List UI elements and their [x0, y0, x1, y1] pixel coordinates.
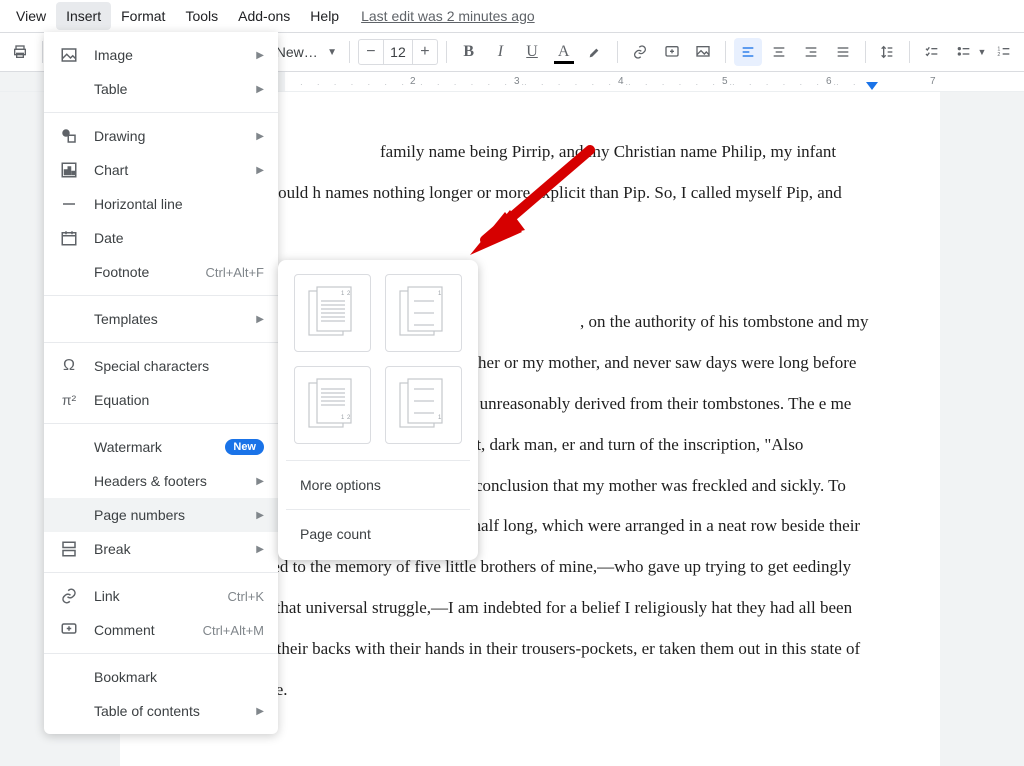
menu-item-special-characters[interactable]: Ω Special characters	[44, 349, 278, 383]
menu-item-drawing[interactable]: Drawing ▶	[44, 119, 278, 153]
drawing-icon	[58, 127, 80, 145]
submenu-arrow-icon: ▶	[256, 165, 264, 176]
image-icon	[58, 46, 80, 64]
submenu-arrow-icon: ▶	[256, 544, 264, 555]
menu-item-table[interactable]: Table ▶	[44, 72, 278, 106]
toolbar-divider	[865, 41, 866, 63]
menu-tools[interactable]: Tools	[175, 2, 228, 30]
pi-icon: π²	[58, 392, 80, 408]
menu-separator	[44, 423, 278, 424]
menu-separator	[44, 653, 278, 654]
menu-help[interactable]: Help	[300, 2, 349, 30]
dropdown-arrow-icon: ▼	[327, 47, 337, 58]
toolbar-divider	[909, 41, 910, 63]
chart-icon	[58, 161, 80, 179]
new-badge: New	[225, 439, 264, 455]
font-size-decrease[interactable]: −	[359, 43, 383, 61]
menu-item-equation[interactable]: π² Equation	[44, 383, 278, 417]
font-size-value[interactable]: 12	[383, 40, 413, 64]
font-family-select[interactable]: New… ▼	[272, 44, 341, 60]
submenu-separator	[286, 509, 470, 510]
align-right-button[interactable]	[797, 38, 825, 66]
menu-item-watermark[interactable]: Watermark New	[44, 430, 278, 464]
align-justify-button[interactable]	[829, 38, 857, 66]
submenu-arrow-icon: ▶	[256, 50, 264, 61]
submenu-separator	[286, 460, 470, 461]
bullet-list-button[interactable]	[950, 38, 978, 66]
italic-button[interactable]: I	[487, 38, 515, 66]
pagenum-option-footer-skip-first[interactable]: 1	[385, 366, 462, 444]
underline-button[interactable]: U	[518, 38, 546, 66]
menu-addons[interactable]: Add-ons	[228, 2, 300, 30]
print-button[interactable]	[6, 38, 34, 66]
align-left-button[interactable]	[734, 38, 762, 66]
toolbar-divider	[446, 41, 447, 63]
menu-separator	[44, 112, 278, 113]
menu-separator	[44, 295, 278, 296]
menu-insert[interactable]: Insert	[56, 2, 111, 30]
dropdown-arrow-icon[interactable]: ▼	[977, 47, 986, 57]
menu-item-toc[interactable]: Table of contents ▶	[44, 694, 278, 728]
menu-item-image[interactable]: Image ▶	[44, 38, 278, 72]
menu-view[interactable]: View	[6, 2, 56, 30]
highlight-button[interactable]	[582, 38, 610, 66]
submenu-arrow-icon: ▶	[256, 131, 264, 142]
insert-comment-button[interactable]	[658, 38, 686, 66]
comment-icon	[58, 621, 80, 639]
insert-image-button[interactable]	[689, 38, 717, 66]
numbered-list-button[interactable]: 12	[990, 38, 1018, 66]
toolbar-divider	[349, 41, 350, 63]
submenu-arrow-icon: ▶	[256, 510, 264, 521]
submenu-arrow-icon: ▶	[256, 706, 264, 717]
calendar-icon	[58, 229, 80, 247]
submenu-arrow-icon: ▶	[256, 314, 264, 325]
menu-item-break[interactable]: Break ▶	[44, 532, 278, 566]
menu-bar: View Insert Format Tools Add-ons Help La…	[0, 0, 1024, 32]
page-numbers-submenu: 12 1 12 1 More option	[278, 260, 478, 560]
submenu-arrow-icon: ▶	[256, 476, 264, 487]
font-size-increase[interactable]: +	[413, 43, 437, 61]
font-family-label: New…	[276, 44, 318, 60]
menu-item-bookmark[interactable]: Bookmark	[44, 660, 278, 694]
insert-menu-dropdown: Image ▶ Table ▶ Drawing ▶ Chart ▶ Horizo…	[44, 32, 278, 734]
menu-item-footnote[interactable]: Footnote Ctrl+Alt+F	[44, 255, 278, 289]
ruler-right-margin-marker[interactable]	[866, 82, 878, 90]
pagenum-option-footer-all[interactable]: 12	[294, 366, 371, 444]
pagenum-option-header-all[interactable]: 12	[294, 274, 371, 352]
menu-separator	[44, 342, 278, 343]
bold-button[interactable]: B	[455, 38, 483, 66]
paragraph[interactable]: family name being Pirrip, and my Christi…	[220, 132, 870, 254]
menu-format[interactable]: Format	[111, 2, 175, 30]
font-size-stepper[interactable]: − 12 +	[358, 39, 438, 65]
omega-icon: Ω	[58, 357, 80, 375]
toolbar-divider	[617, 41, 618, 63]
menu-item-page-numbers[interactable]: Page numbers ▶	[44, 498, 278, 532]
menu-item-templates[interactable]: Templates ▶	[44, 302, 278, 336]
submenu-arrow-icon: ▶	[256, 84, 264, 95]
align-center-button[interactable]	[766, 38, 794, 66]
insert-link-button[interactable]	[626, 38, 654, 66]
menu-item-link[interactable]: Link Ctrl+K	[44, 579, 278, 613]
horizontal-line-icon	[58, 195, 80, 213]
toolbar-divider	[42, 41, 43, 63]
toolbar-divider	[725, 41, 726, 63]
pagenum-option-header-skip-first[interactable]: 1	[385, 274, 462, 352]
menu-item-horizontal-line[interactable]: Horizontal line	[44, 187, 278, 221]
menu-separator	[44, 572, 278, 573]
break-icon	[58, 540, 80, 558]
pagenum-more-options[interactable]: More options	[290, 467, 466, 503]
menu-item-headers-footers[interactable]: Headers & footers ▶	[44, 464, 278, 498]
last-edit-link[interactable]: Last edit was 2 minutes ago	[361, 8, 535, 24]
menu-item-date[interactable]: Date	[44, 221, 278, 255]
text-color-button[interactable]: A	[550, 38, 578, 66]
line-spacing-button[interactable]	[874, 38, 902, 66]
menu-item-chart[interactable]: Chart ▶	[44, 153, 278, 187]
svg-text:2: 2	[998, 52, 1001, 58]
menu-item-comment[interactable]: Comment Ctrl+Alt+M	[44, 613, 278, 647]
checklist-button[interactable]	[918, 38, 946, 66]
link-icon	[58, 587, 80, 605]
pagenum-page-count[interactable]: Page count	[290, 516, 466, 552]
